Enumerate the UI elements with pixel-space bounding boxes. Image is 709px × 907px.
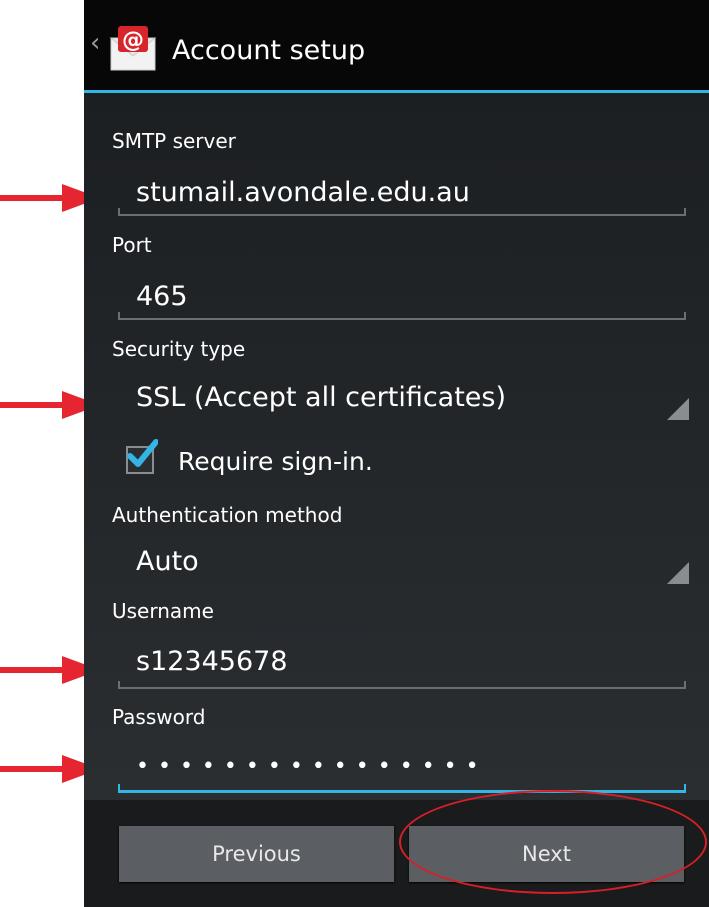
page-title: Account setup — [172, 35, 366, 66]
require-signin-checkbox[interactable] — [126, 439, 158, 474]
previous-button[interactable]: Previous — [119, 826, 394, 882]
security-type-label: Security type — [112, 337, 246, 361]
security-type-select[interactable]: SSL (Accept all certificates) — [136, 381, 506, 415]
smtp-server-label: SMTP server — [112, 129, 236, 153]
port-underline — [118, 312, 686, 320]
smtp-server-input[interactable]: stumail.avondale.edu.au — [136, 176, 470, 210]
username-label: Username — [112, 599, 214, 623]
next-button[interactable]: Next — [409, 826, 684, 882]
password-underline-focused — [118, 784, 686, 793]
port-label: Port — [112, 233, 152, 257]
username-input[interactable]: s12345678 — [136, 645, 288, 679]
password-input[interactable]: •••••••••••••••• — [136, 750, 488, 784]
password-label: Password — [112, 705, 206, 729]
port-input[interactable]: 465 — [136, 280, 188, 314]
security-type-dropdown-icon[interactable] — [667, 398, 689, 420]
smtp-server-underline — [118, 208, 686, 216]
checkmark-icon — [127, 439, 158, 467]
auth-method-label: Authentication method — [112, 503, 343, 527]
username-underline — [118, 681, 686, 689]
auth-method-select[interactable]: Auto — [136, 545, 199, 579]
back-chevron-icon[interactable]: ‹ — [90, 30, 100, 56]
action-bar: ‹ @ Account setup — [84, 0, 709, 93]
email-app-icon[interactable]: @ — [108, 24, 158, 74]
require-signin-label[interactable]: Require sign-in. — [178, 446, 373, 478]
auth-method-dropdown-icon[interactable] — [667, 562, 689, 584]
svg-text:@: @ — [122, 28, 144, 53]
phone-screen: ‹ @ Account setup SMTP server stumail.av… — [84, 0, 709, 907]
